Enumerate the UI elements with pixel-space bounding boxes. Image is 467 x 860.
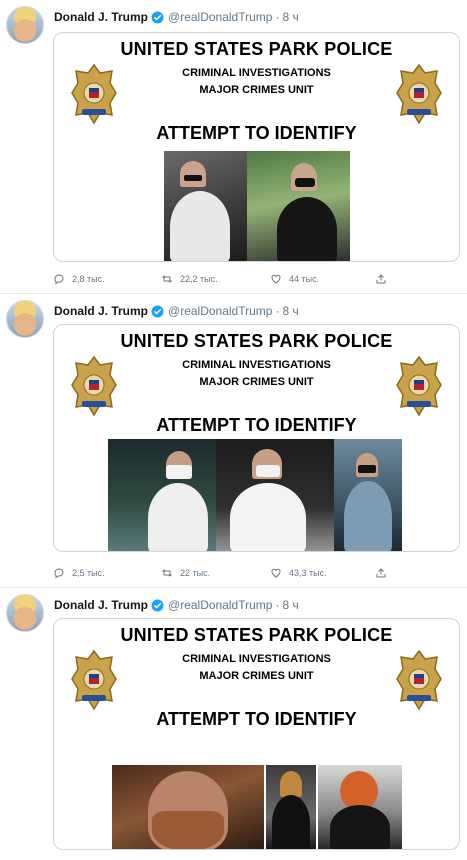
reply-icon [54, 568, 64, 579]
poster-subtitle: CRIMINAL INVESTIGATIONS [182, 653, 331, 665]
share-icon [376, 274, 386, 284]
timestamp[interactable]: 8 ч [282, 598, 298, 612]
timestamp[interactable]: 8 ч [282, 304, 298, 318]
share-icon [376, 568, 386, 578]
share-button[interactable] [375, 273, 394, 285]
tweet-actions: 2,5 тыс. 22 тыс. 43,3 тыс. [53, 567, 413, 581]
poster-headline: ATTEMPT TO IDENTIFY [156, 415, 357, 435]
author-name[interactable]: Donald J. Trump [54, 10, 148, 24]
verified-badge-icon [151, 305, 164, 317]
retweet-count: 22,2 тыс. [180, 274, 218, 284]
poster-title: UNITED STATES PARK POLICE [120, 625, 393, 645]
poster-headline: ATTEMPT TO IDENTIFY [156, 709, 357, 729]
tweet-image[interactable]: UNITED STATES PARK POLICE CRIMINAL INVES… [53, 324, 460, 552]
avatar[interactable] [6, 6, 44, 44]
poster-subtitle: CRIMINAL INVESTIGATIONS [182, 67, 331, 79]
separator: · [275, 10, 280, 24]
suspect-photo [334, 439, 402, 551]
retweet-button[interactable]: 22 тыс. [161, 567, 210, 579]
verified-badge-icon [151, 11, 164, 23]
verified-badge-icon [151, 599, 164, 611]
tweet[interactable]: Donald J. Trump @realDonaldTrump · 8 ч U… [0, 588, 467, 860]
like-icon [271, 274, 281, 284]
like-icon [271, 568, 281, 578]
retweet-button[interactable]: 22,2 тыс. [161, 273, 218, 285]
suspect-photo [112, 765, 264, 849]
retweet-count: 22 тыс. [180, 568, 211, 578]
retweet-icon [162, 275, 172, 283]
reply-count: 2,8 тыс. [72, 274, 105, 284]
poster-title: UNITED STATES PARK POLICE [120, 331, 393, 351]
separator: · [275, 598, 280, 612]
reply-button[interactable]: 2,8 тыс. [53, 273, 105, 285]
poster-headline: ATTEMPT TO IDENTIFY [156, 123, 357, 143]
suspect-photo [108, 439, 216, 551]
tweet-image[interactable]: UNITED STATES PARK POLICE CRIMINAL INVES… [53, 618, 460, 850]
suspect-photo [164, 151, 247, 261]
poster-title: UNITED STATES PARK POLICE [120, 39, 393, 59]
poster-subtitle: CRIMINAL INVESTIGATIONS [182, 359, 331, 371]
like-button[interactable]: 44 тыс. [270, 273, 319, 285]
author-name[interactable]: Donald J. Trump [54, 304, 148, 318]
tweet[interactable]: Donald J. Trump @realDonaldTrump · 8 ч U… [0, 294, 467, 588]
author-handle[interactable]: @realDonaldTrump [168, 10, 272, 24]
share-button[interactable] [375, 567, 394, 579]
poster-unit: MAJOR CRIMES UNIT [199, 376, 314, 388]
like-button[interactable]: 43,3 тыс. [270, 567, 327, 579]
reply-count: 2,5 тыс. [72, 568, 105, 578]
poster-unit: MAJOR CRIMES UNIT [199, 670, 314, 682]
reply-button[interactable]: 2,5 тыс. [53, 567, 105, 579]
poster-unit: MAJOR CRIMES UNIT [199, 84, 314, 96]
separator: · [275, 304, 280, 318]
retweet-icon [162, 569, 172, 577]
tweet-image[interactable]: UNITED STATES PARK POLICE CRIMINAL INVES… [53, 32, 460, 262]
tweet-header: Donald J. Trump @realDonaldTrump · 8 ч [54, 9, 299, 25]
suspect-photo [318, 765, 402, 849]
suspect-photo [266, 765, 316, 849]
tweet-header: Donald J. Trump @realDonaldTrump · 8 ч [54, 303, 299, 319]
reply-icon [54, 274, 64, 285]
author-handle[interactable]: @realDonaldTrump [168, 598, 272, 612]
tweet-actions: 2,8 тыс. 22,2 тыс. 44 тыс. [53, 273, 413, 287]
like-count: 43,3 тыс. [289, 568, 327, 578]
suspect-photo [247, 151, 350, 261]
author-name[interactable]: Donald J. Trump [54, 598, 148, 612]
suspect-photo [216, 439, 334, 551]
avatar[interactable] [6, 594, 44, 632]
timestamp[interactable]: 8 ч [282, 10, 298, 24]
author-handle[interactable]: @realDonaldTrump [168, 304, 272, 318]
avatar[interactable] [6, 300, 44, 338]
like-count: 44 тыс. [289, 274, 320, 284]
tweet-header: Donald J. Trump @realDonaldTrump · 8 ч [54, 597, 299, 613]
tweet[interactable]: Donald J. Trump @realDonaldTrump · 8 ч U… [0, 0, 467, 294]
